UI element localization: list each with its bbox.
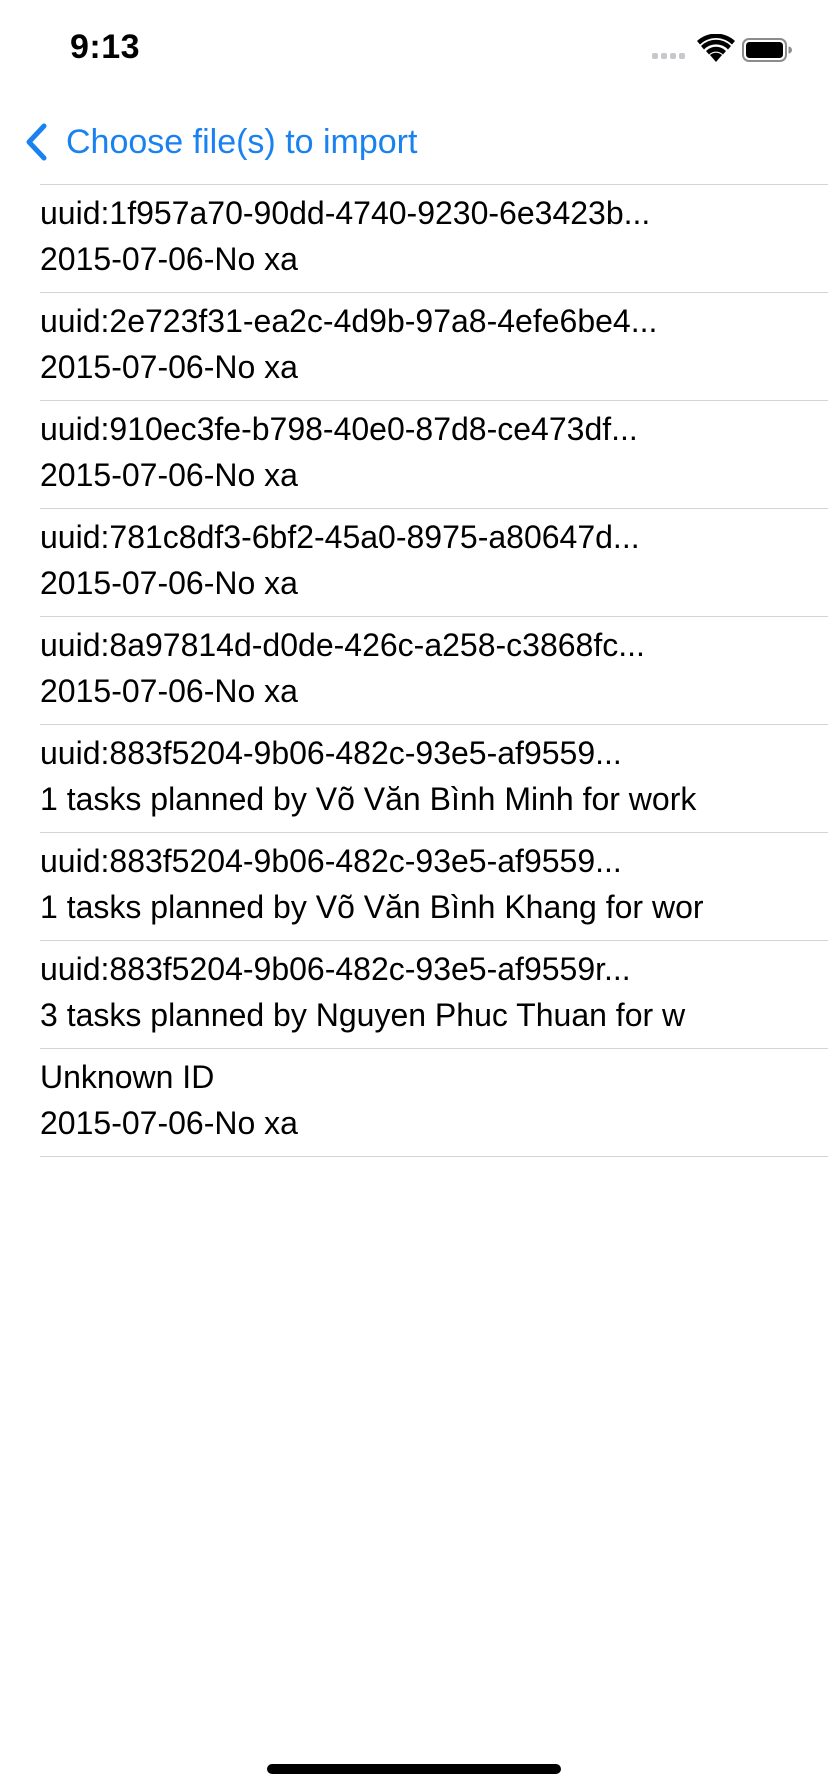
file-row-title: uuid:910ec3fe-b798-40e0-87d8-ce473df... bbox=[40, 411, 638, 447]
file-row-title: uuid:8a97814d-d0de-426c-a258-c3868fc... bbox=[40, 627, 645, 663]
file-row[interactable]: uuid:8a97814d-d0de-426c-a258-c3868fc... … bbox=[40, 616, 828, 724]
file-row-title: uuid:883f5204-9b06-482c-93e5-af9559... bbox=[40, 735, 622, 771]
file-row[interactable]: Unknown ID 2015-07-06-No xa bbox=[40, 1048, 828, 1157]
file-row[interactable]: uuid:781c8df3-6bf2-45a0-8975-a80647d... … bbox=[40, 508, 828, 616]
file-row-subtitle: 3 tasks planned by Nguyen Phuc Thuan for… bbox=[40, 997, 686, 1033]
file-row-title: uuid:2e723f31-ea2c-4d9b-97a8-4efe6be4... bbox=[40, 303, 658, 339]
file-row-subtitle: 2015-07-06-No xa bbox=[40, 241, 298, 277]
file-row-subtitle: 2015-07-06-No xa bbox=[40, 457, 298, 493]
file-list: uuid:1f957a70-90dd-4740-9230-6e3423b... … bbox=[0, 184, 828, 1157]
file-row[interactable]: uuid:883f5204-9b06-482c-93e5-af9559... 1… bbox=[40, 832, 828, 940]
file-row-subtitle: 2015-07-06-No xa bbox=[40, 673, 298, 709]
back-button-label: Choose file(s) to import bbox=[66, 122, 418, 161]
wifi-icon bbox=[697, 34, 735, 62]
file-row[interactable]: uuid:883f5204-9b06-482c-93e5-af9559... 1… bbox=[40, 724, 828, 832]
file-row-subtitle: 1 tasks planned by Võ Văn Bình Khang for… bbox=[40, 889, 704, 925]
file-row-subtitle: 2015-07-06-No xa bbox=[40, 349, 298, 385]
file-row-subtitle: 2015-07-06-No xa bbox=[40, 565, 298, 601]
file-row[interactable]: uuid:1f957a70-90dd-4740-9230-6e3423b... … bbox=[40, 184, 828, 292]
status-time: 9:13 bbox=[70, 28, 141, 66]
home-indicator[interactable] bbox=[267, 1764, 561, 1774]
file-row[interactable]: uuid:910ec3fe-b798-40e0-87d8-ce473df... … bbox=[40, 400, 828, 508]
file-row-title: uuid:883f5204-9b06-482c-93e5-af9559... bbox=[40, 843, 622, 879]
file-row-title: uuid:883f5204-9b06-482c-93e5-af9559r... bbox=[40, 951, 631, 987]
file-row[interactable]: uuid:883f5204-9b06-482c-93e5-af9559r... … bbox=[40, 940, 828, 1048]
file-row-title: uuid:781c8df3-6bf2-45a0-8975-a80647d... bbox=[40, 519, 640, 555]
back-button[interactable]: Choose file(s) to import bbox=[22, 118, 417, 166]
status-bar: 9:13 bbox=[0, 0, 828, 100]
file-row-subtitle: 1 tasks planned by Võ Văn Bình Minh for … bbox=[40, 781, 697, 817]
chevron-left-icon bbox=[26, 123, 47, 161]
navigation-bar: Choose file(s) to import bbox=[0, 100, 828, 184]
file-row[interactable]: uuid:2e723f31-ea2c-4d9b-97a8-4efe6be4...… bbox=[40, 292, 828, 400]
battery-icon bbox=[742, 38, 792, 62]
file-row-title: Unknown ID bbox=[40, 1059, 215, 1095]
file-row-title: uuid:1f957a70-90dd-4740-9230-6e3423b... bbox=[40, 195, 651, 231]
file-row-subtitle: 2015-07-06-No xa bbox=[40, 1105, 298, 1141]
cellular-signal-icon bbox=[652, 53, 685, 59]
